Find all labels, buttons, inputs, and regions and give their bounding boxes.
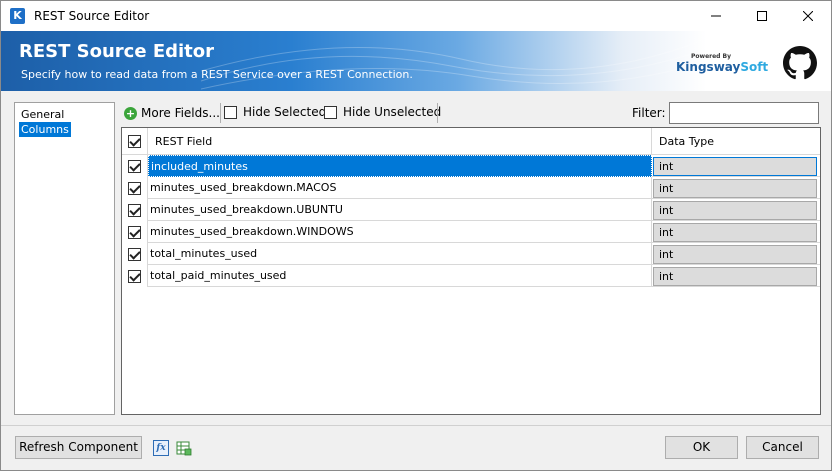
checkbox-box xyxy=(128,225,141,239)
rest-source-editor-window: K REST Source Editor REST Source Editor … xyxy=(0,0,832,471)
rest-field-cell[interactable]: total_minutes_used xyxy=(148,243,652,265)
data-type-cell[interactable]: int xyxy=(653,179,817,198)
data-type-cell[interactable]: int xyxy=(653,201,817,220)
columns-grid: REST Field Data Type included_minutes in… xyxy=(121,127,821,415)
more-fields-button[interactable]: + More Fields... xyxy=(124,104,220,122)
logo-name: KingswaySoft xyxy=(676,60,768,74)
row-checkbox[interactable] xyxy=(122,155,148,177)
checkbox-box xyxy=(128,203,141,217)
refresh-component-button[interactable]: Refresh Component xyxy=(15,436,142,459)
hide-unselected-checkbox[interactable]: Hide Unselected xyxy=(324,105,441,119)
checkbox-box xyxy=(128,269,141,283)
hide-selected-checkbox[interactable]: Hide Selected xyxy=(224,105,326,119)
cancel-button[interactable]: Cancel xyxy=(746,436,819,459)
select-all-checkbox[interactable] xyxy=(122,128,148,155)
checkbox-box xyxy=(224,105,237,119)
row-checkbox[interactable] xyxy=(122,221,148,243)
checkbox-box xyxy=(128,247,141,261)
toolbar-separator xyxy=(220,103,221,123)
grid-header: REST Field Data Type xyxy=(122,128,820,155)
minimize-button[interactable] xyxy=(693,1,739,31)
data-type-cell[interactable]: int xyxy=(653,223,817,242)
more-fields-label: More Fields... xyxy=(141,106,220,120)
banner-title: REST Source Editor xyxy=(19,41,215,62)
close-button[interactable] xyxy=(785,1,831,31)
header-banner: REST Source Editor Specify how to read d… xyxy=(1,31,831,91)
table-row[interactable]: total_paid_minutes_used int xyxy=(122,265,820,287)
logo-name-suffix: Soft xyxy=(740,60,769,74)
checkbox-box xyxy=(128,159,141,173)
data-type-cell[interactable]: int xyxy=(653,267,817,286)
row-checkbox[interactable] xyxy=(122,265,148,287)
banner-decoration xyxy=(201,40,701,90)
table-row[interactable]: total_minutes_used int xyxy=(122,243,820,265)
data-type-cell[interactable]: int xyxy=(653,245,817,264)
variables-grid-icon[interactable] xyxy=(176,440,192,456)
table-row[interactable]: included_minutes int xyxy=(122,155,820,177)
ok-button[interactable]: OK xyxy=(665,436,738,459)
filter-label: Filter: xyxy=(632,106,666,120)
column-header-data-type[interactable]: Data Type xyxy=(653,128,820,155)
column-header-rest-field[interactable]: REST Field xyxy=(148,128,652,155)
logo-name-main: Kingsway xyxy=(676,60,741,74)
rest-field-cell[interactable]: included_minutes xyxy=(148,155,652,177)
data-type-cell[interactable]: int xyxy=(653,157,817,176)
checkbox-box xyxy=(324,105,337,119)
nav-item-general[interactable]: General xyxy=(19,107,66,122)
table-row[interactable]: minutes_used_breakdown.WINDOWS int xyxy=(122,221,820,243)
kingswaysoft-logo: Powered By KingswaySoft xyxy=(676,53,768,81)
expression-fx-icon[interactable]: fx xyxy=(153,440,169,456)
row-checkbox[interactable] xyxy=(122,243,148,265)
sidebar-nav: General Columns xyxy=(14,102,115,415)
logo-powered-by: Powered By xyxy=(691,53,732,60)
title-bar: K REST Source Editor xyxy=(1,1,831,31)
row-checkbox[interactable] xyxy=(122,177,148,199)
kingsway-app-icon: K xyxy=(10,8,25,24)
checkbox-box xyxy=(128,181,141,195)
toolbar-separator xyxy=(437,103,438,123)
hide-unselected-label: Hide Unselected xyxy=(343,105,442,119)
maximize-icon xyxy=(757,11,767,21)
footer-divider xyxy=(1,425,831,426)
checkbox-box xyxy=(128,135,141,148)
table-row[interactable]: minutes_used_breakdown.UBUNTU int xyxy=(122,199,820,221)
rest-field-cell[interactable]: minutes_used_breakdown.UBUNTU xyxy=(148,199,652,221)
close-icon xyxy=(803,11,813,21)
columns-toolbar: + More Fields... Hide Selected Hide Unse… xyxy=(122,102,822,124)
window-title: REST Source Editor xyxy=(34,9,150,23)
banner-subtitle: Specify how to read data from a REST Ser… xyxy=(21,68,413,81)
add-icon: + xyxy=(124,106,137,120)
table-row[interactable]: minutes_used_breakdown.MACOS int xyxy=(122,177,820,199)
row-checkbox[interactable] xyxy=(122,199,148,221)
hide-selected-label: Hide Selected xyxy=(243,105,327,119)
github-icon xyxy=(783,46,817,80)
minimize-icon xyxy=(711,15,721,17)
maximize-button[interactable] xyxy=(739,1,785,31)
rest-field-cell[interactable]: minutes_used_breakdown.WINDOWS xyxy=(148,221,652,243)
rest-field-cell[interactable]: minutes_used_breakdown.MACOS xyxy=(148,177,652,199)
filter-input[interactable] xyxy=(669,102,819,124)
nav-item-columns[interactable]: Columns xyxy=(19,122,71,137)
rest-field-cell[interactable]: total_paid_minutes_used xyxy=(148,265,652,287)
